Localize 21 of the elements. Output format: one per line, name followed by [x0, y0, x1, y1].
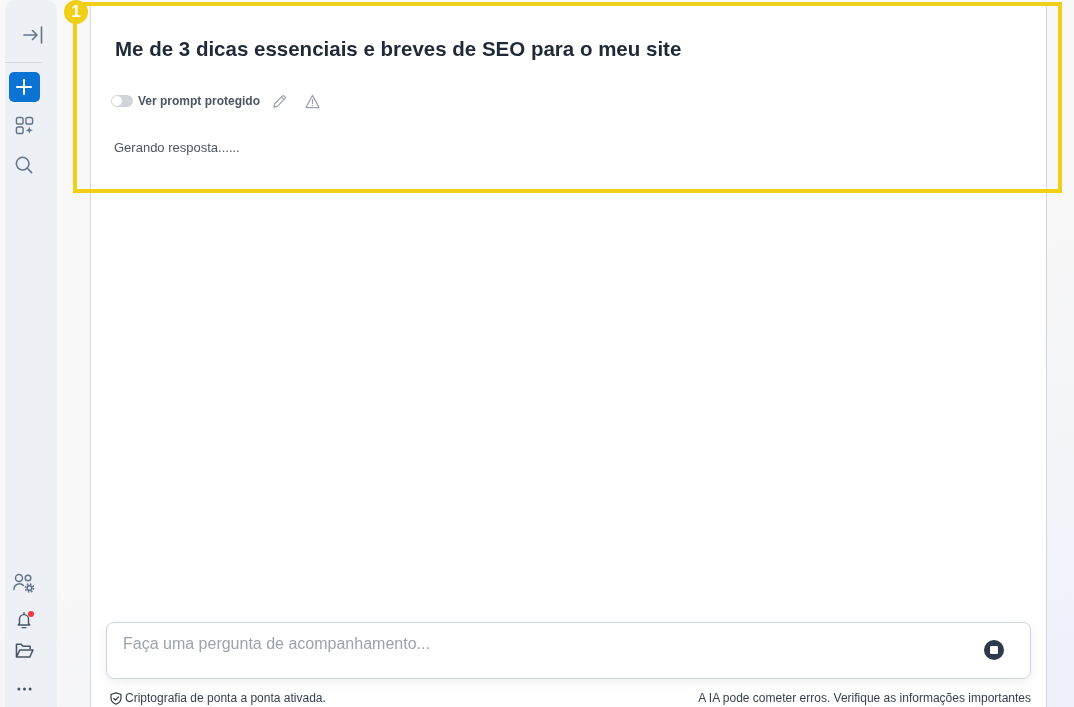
- toggle-label: Ver prompt protegido: [138, 94, 260, 108]
- disclaimer-text: A IA pode cometer erros. Verifique as informações importantes: [698, 690, 1031, 706]
- pencil-icon[interactable]: [272, 93, 287, 109]
- folder-icon[interactable]: [14, 642, 34, 659]
- apps-sparkle-icon[interactable]: [14, 116, 34, 135]
- new-chat-button[interactable]: [8, 72, 40, 102]
- protected-prompt-toggle[interactable]: [111, 95, 133, 107]
- conversation-title: Me de 3 dicas essenciais e breves de SEO para o meu site: [115, 36, 682, 62]
- search-icon[interactable]: [15, 156, 33, 174]
- status-text: Gerando resposta......: [114, 139, 240, 156]
- plus-icon: [16, 79, 32, 95]
- bell-icon[interactable]: [15, 611, 33, 629]
- encryption-note: Criptografia de ponta a ponta ativada.: [125, 690, 326, 706]
- users-gear-icon[interactable]: [13, 573, 35, 593]
- shield-check-icon: [110, 691, 122, 705]
- stop-icon: [990, 646, 998, 654]
- step-marker: 1: [64, 0, 88, 24]
- collapse-sidebar-icon[interactable]: [23, 25, 43, 45]
- warning-icon[interactable]: [305, 93, 320, 109]
- follow-up-input[interactable]: Faça uma pergunta de acompanhamento...: [106, 622, 1031, 679]
- more-icon[interactable]: [16, 687, 32, 691]
